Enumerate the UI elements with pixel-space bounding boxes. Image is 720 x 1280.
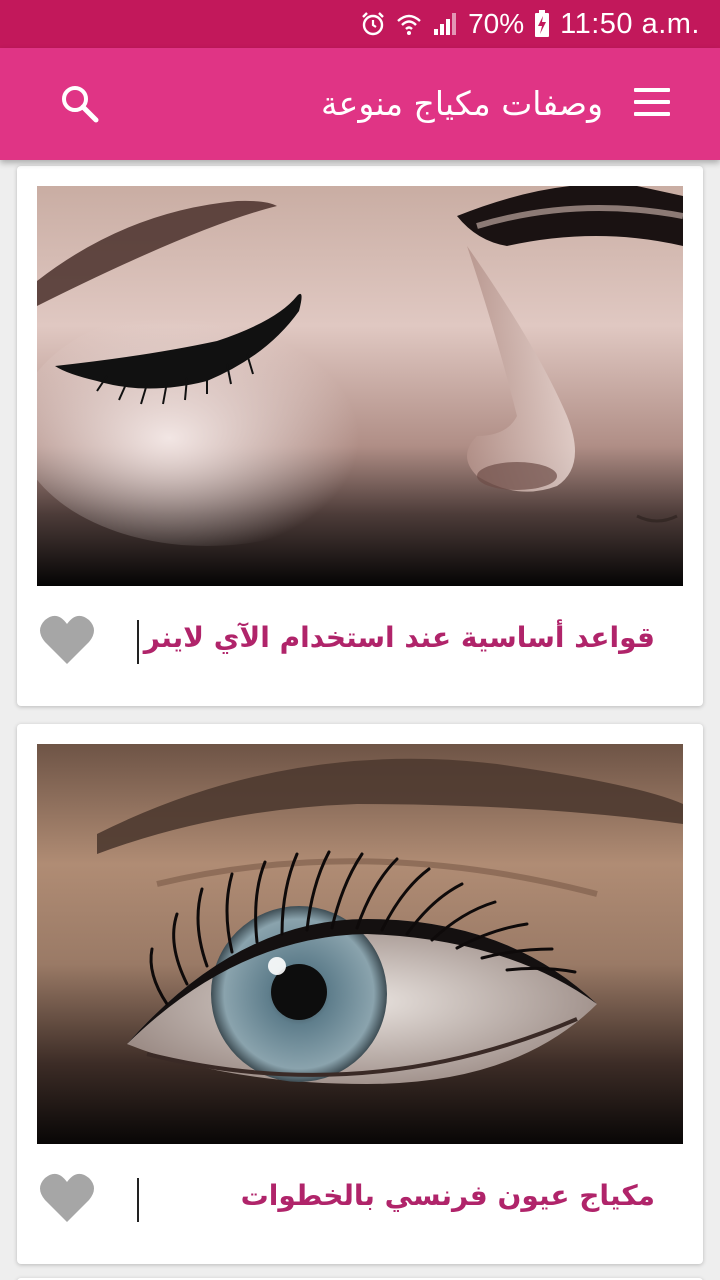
status-bar: 70% 11:50 a.m. bbox=[0, 0, 720, 48]
article-card[interactable]: مكياج عيون فرنسي بالخطوات bbox=[17, 724, 703, 1264]
status-indicators: 70% 11:50 a.m. bbox=[360, 0, 700, 48]
alarm-icon bbox=[360, 11, 386, 37]
heart-icon[interactable] bbox=[39, 1172, 95, 1224]
article-footer: قواعد أساسية عند استخدام الآي لاينر bbox=[17, 586, 703, 706]
article-title[interactable]: مكياج عيون فرنسي بالخطوات bbox=[241, 1174, 655, 1218]
clock: 11:50 a.m. bbox=[560, 7, 700, 40]
search-icon[interactable] bbox=[60, 84, 100, 124]
open-eye-lashes-photo bbox=[37, 744, 683, 1144]
article-image[interactable] bbox=[37, 744, 683, 1144]
heart-icon[interactable] bbox=[39, 614, 95, 666]
battery-percent: 70% bbox=[468, 8, 525, 39]
article-card[interactable]: قواعد أساسية عند استخدام الآي لاينر bbox=[17, 166, 703, 706]
eyeliner-closed-eye-photo bbox=[37, 186, 683, 586]
battery-charging-icon bbox=[534, 10, 550, 38]
divider bbox=[137, 1178, 139, 1222]
app-bar: وصفات مكياج منوعة bbox=[0, 48, 720, 160]
wifi-icon bbox=[396, 11, 422, 37]
hamburger-menu-icon[interactable] bbox=[634, 88, 672, 120]
article-feed[interactable]: قواعد أساسية عند استخدام الآي لاينر مكيا… bbox=[0, 160, 720, 1280]
page-title: وصفات مكياج منوعة bbox=[320, 84, 603, 123]
article-footer: مكياج عيون فرنسي بالخطوات bbox=[17, 1144, 703, 1264]
divider bbox=[137, 620, 139, 664]
signal-icon bbox=[432, 11, 458, 37]
article-image[interactable] bbox=[37, 186, 683, 586]
article-title[interactable]: قواعد أساسية عند استخدام الآي لاينر bbox=[144, 616, 655, 660]
